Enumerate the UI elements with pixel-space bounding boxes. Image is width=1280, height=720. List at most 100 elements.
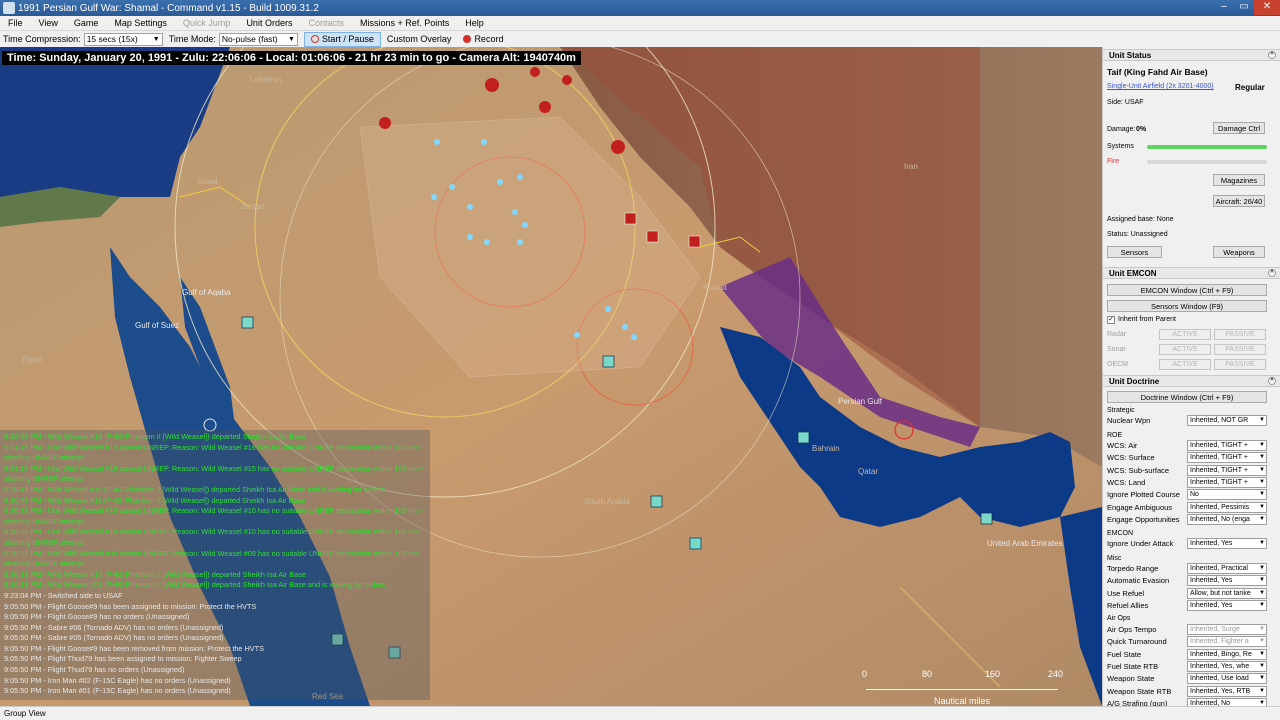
menu-missions[interactable]: Missions + Ref. Points	[352, 18, 457, 28]
hostile-unit[interactable]	[562, 75, 572, 85]
map-label-jordan: Jordan	[240, 202, 265, 211]
emcon-active-toggle[interactable]: ACTIVE	[1159, 359, 1211, 370]
map-label-uae: United Arab Emirates	[987, 539, 1063, 548]
friendly-aircraft[interactable]	[631, 334, 637, 340]
emcon-passive-toggle[interactable]: PASSIVE	[1214, 329, 1266, 340]
friendly-base[interactable]	[650, 495, 663, 508]
menu-quick-jump[interactable]: Quick Jump	[175, 18, 239, 28]
emcon-passive-toggle[interactable]: PASSIVE	[1214, 344, 1266, 355]
friendly-base[interactable]	[797, 431, 810, 444]
sensors-window-button[interactable]: Sensors Window (F9)	[1107, 300, 1267, 312]
doctrine-row-select[interactable]: Inherited, TIGHT + ▼	[1187, 476, 1267, 488]
hostile-unit[interactable]	[379, 117, 391, 129]
start-pause-button[interactable]: Start / Pause	[303, 31, 381, 47]
menu-contacts[interactable]: Contacts	[300, 18, 352, 28]
time-compression-select[interactable]: 15 secs (15x) ▼	[83, 32, 163, 46]
menu-game[interactable]: Game	[66, 18, 107, 28]
doctrine-row-select[interactable]: Inherited, TIGHT + ▼	[1187, 464, 1267, 476]
custom-overlay-button[interactable]: Custom Overlay	[381, 32, 458, 47]
doctrine-row-select[interactable]: Inherited, Bingo, Re ▼	[1187, 648, 1267, 660]
doctrine-row-select[interactable]: Inherited, Yes ▼	[1187, 575, 1267, 587]
doctrine-row-select[interactable]: Inherited, Yes ▼	[1187, 599, 1267, 611]
unit-emcon-header[interactable]: Unit EMCON ^	[1103, 267, 1280, 279]
menu-unit-orders[interactable]: Unit Orders	[238, 18, 300, 28]
doctrine-row-select[interactable]: Inherited, TIGHT + ▼	[1187, 452, 1267, 464]
doctrine-row-value: Inherited, Yes, whe	[1190, 662, 1250, 670]
menu-help[interactable]: Help	[457, 18, 492, 28]
doctrine-row-select[interactable]: Inherited, Practical ▼	[1187, 563, 1267, 574]
assigned-base: Assigned base: None	[1107, 216, 1174, 223]
friendly-aircraft[interactable]	[497, 179, 503, 185]
minimize-button[interactable]: –	[1214, 0, 1234, 15]
friendly-aircraft[interactable]	[467, 204, 473, 210]
menu-map-settings[interactable]: Map Settings	[106, 18, 175, 28]
status-bar: Group View	[0, 706, 1280, 720]
hostile-unit[interactable]	[624, 212, 637, 225]
collapse-icon[interactable]: ^	[1268, 269, 1276, 277]
collapse-icon[interactable]: ^	[1268, 51, 1276, 59]
systems-label: Systems	[1107, 143, 1134, 150]
doctrine-row-select[interactable]: No ▼	[1187, 489, 1267, 501]
doctrine-row-select[interactable]: Inherited, Yes, whe ▼	[1187, 660, 1267, 672]
unit-class-link[interactable]: Single-Unit Airfield (2x 3201-4000)	[1107, 83, 1214, 90]
hostile-unit[interactable]	[688, 235, 701, 248]
hostile-unit[interactable]	[485, 78, 499, 92]
doctrine-row-select[interactable]: Inherited, Use load ▼	[1187, 673, 1267, 685]
friendly-base[interactable]	[241, 316, 254, 329]
doctrine-row-select[interactable]: Inherited, Yes, RTB ▼	[1187, 685, 1267, 697]
hostile-unit[interactable]	[539, 101, 551, 113]
friendly-aircraft[interactable]	[467, 234, 473, 240]
inherit-checkbox[interactable]: ✓	[1107, 316, 1115, 324]
friendly-aircraft[interactable]	[622, 324, 628, 330]
unit-doctrine-header[interactable]: Unit Doctrine ^	[1103, 375, 1280, 387]
friendly-base[interactable]	[602, 355, 615, 368]
doctrine-row-select[interactable]: Inherited, Fighter a ▼	[1187, 636, 1267, 648]
ignore-attack-select[interactable]: Inherited, Yes ▼	[1187, 538, 1267, 549]
doctrine-row-select[interactable]: Allow, but not tanke ▼	[1187, 587, 1267, 599]
map-label-gulf-suez: Gulf of Suez	[135, 321, 180, 330]
sensors-button[interactable]: Sensors	[1107, 246, 1162, 258]
friendly-aircraft[interactable]	[481, 139, 487, 145]
aircraft-button[interactable]: Aircraft: 26/40	[1213, 195, 1265, 207]
friendly-aircraft[interactable]	[434, 139, 440, 145]
hostile-unit[interactable]	[530, 67, 540, 77]
doctrine-row-select[interactable]: Inherited, No ▼	[1187, 697, 1267, 706]
magazines-button[interactable]: Magazines	[1213, 174, 1265, 186]
emcon-window-button[interactable]: EMCON Window (Ctrl + F9)	[1107, 284, 1267, 296]
doctrine-row-select[interactable]: Inherited, No (enga ▼	[1187, 513, 1267, 525]
maximize-button[interactable]: ▭	[1234, 0, 1254, 15]
emcon-passive-toggle[interactable]: PASSIVE	[1214, 359, 1266, 370]
damage-ctrl-button[interactable]: Damage Ctrl	[1213, 122, 1265, 134]
emcon-active-toggle[interactable]: ACTIVE	[1159, 329, 1211, 340]
menu-view[interactable]: View	[31, 18, 66, 28]
friendly-aircraft[interactable]	[431, 194, 437, 200]
nuclear-select[interactable]: Inherited, NOT GR ▼	[1187, 415, 1267, 426]
unit-status-header[interactable]: Unit Status ^	[1103, 49, 1280, 61]
doctrine-row-select[interactable]: Inherited, TIGHT + ▼	[1187, 440, 1267, 451]
friendly-aircraft[interactable]	[449, 184, 455, 190]
message-log[interactable]: 9:32:58 PM - Wild Weasel #16 (F-4G Phant…	[0, 430, 430, 700]
chevron-down-icon: ▼	[1259, 417, 1265, 423]
hostile-unit[interactable]	[611, 140, 625, 154]
tactical-map[interactable]: Time: Sunday, January 20, 1991 - Zulu: 2…	[0, 47, 1102, 706]
emcon-active-toggle[interactable]: ACTIVE	[1159, 344, 1211, 355]
friendly-base[interactable]	[980, 512, 993, 525]
friendly-aircraft[interactable]	[522, 222, 528, 228]
friendly-base[interactable]	[689, 537, 702, 550]
friendly-aircraft[interactable]	[574, 332, 580, 338]
friendly-aircraft[interactable]	[512, 209, 518, 215]
doctrine-row-select[interactable]: Inherited, Surge ▼	[1187, 624, 1267, 635]
hostile-unit[interactable]	[646, 230, 659, 243]
time-mode-select[interactable]: No-pulse (fast) ▼	[218, 32, 298, 46]
friendly-aircraft[interactable]	[484, 239, 490, 245]
doctrine-window-button[interactable]: Doctrine Window (Ctrl + F9)	[1107, 391, 1267, 403]
friendly-aircraft[interactable]	[605, 306, 611, 312]
record-button[interactable]: Record	[457, 32, 509, 47]
close-button[interactable]: ✕	[1254, 0, 1280, 15]
friendly-aircraft[interactable]	[517, 174, 523, 180]
weapons-button[interactable]: Weapons	[1213, 246, 1265, 258]
menu-file[interactable]: File	[0, 18, 31, 28]
friendly-aircraft[interactable]	[517, 239, 523, 245]
doctrine-row-select[interactable]: Inherited, Pessimis ▼	[1187, 501, 1267, 513]
collapse-icon[interactable]: ^	[1268, 377, 1276, 385]
